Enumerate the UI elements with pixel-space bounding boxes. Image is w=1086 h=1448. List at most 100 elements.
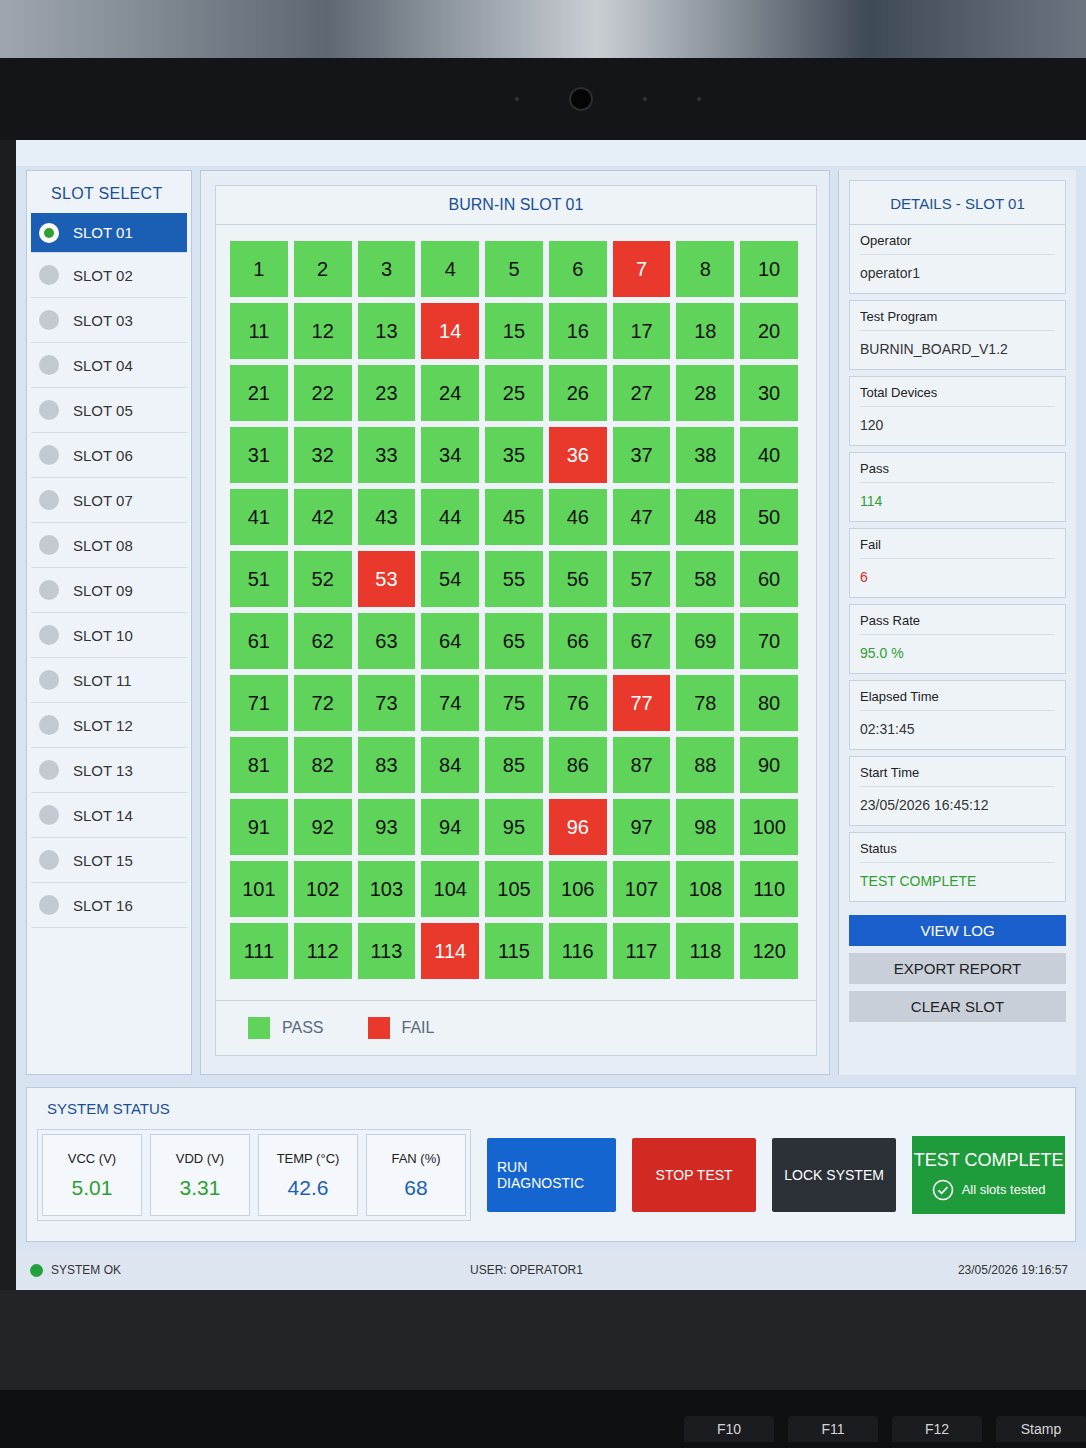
- device-cell[interactable]: 72: [294, 675, 352, 731]
- device-cell[interactable]: 71: [230, 675, 288, 731]
- slot-item[interactable]: SLOT 15: [31, 838, 187, 883]
- device-cell[interactable]: 13: [358, 303, 416, 359]
- keyboard-key[interactable]: F10: [684, 1416, 774, 1442]
- device-cell[interactable]: 61: [230, 613, 288, 669]
- slot-item[interactable]: SLOT 14: [31, 793, 187, 838]
- radio-icon[interactable]: [39, 625, 59, 645]
- device-cell[interactable]: 81: [230, 737, 288, 793]
- radio-icon[interactable]: [39, 490, 59, 510]
- device-cell[interactable]: 107: [613, 861, 671, 917]
- radio-icon[interactable]: [39, 895, 59, 915]
- device-cell[interactable]: 22: [294, 365, 352, 421]
- action-button[interactable]: STOP TEST: [632, 1138, 756, 1212]
- device-cell[interactable]: 6: [549, 241, 607, 297]
- device-cell[interactable]: 62: [294, 613, 352, 669]
- device-cell[interactable]: 12: [294, 303, 352, 359]
- device-cell[interactable]: 82: [294, 737, 352, 793]
- device-cell[interactable]: 70: [740, 613, 798, 669]
- device-cell[interactable]: 25: [485, 365, 543, 421]
- device-cell[interactable]: 44: [421, 489, 479, 545]
- device-cell[interactable]: 30: [740, 365, 798, 421]
- device-cell[interactable]: 58: [676, 551, 734, 607]
- device-cell[interactable]: 57: [613, 551, 671, 607]
- device-cell[interactable]: 90: [740, 737, 798, 793]
- slot-item[interactable]: SLOT 05: [31, 388, 187, 433]
- device-cell[interactable]: 77: [613, 675, 671, 731]
- radio-icon[interactable]: [39, 670, 59, 690]
- device-cell[interactable]: 2: [294, 241, 352, 297]
- radio-icon[interactable]: [39, 805, 59, 825]
- device-cell[interactable]: 34: [421, 427, 479, 483]
- device-cell[interactable]: 88: [676, 737, 734, 793]
- device-cell[interactable]: 74: [421, 675, 479, 731]
- device-cell[interactable]: 31: [230, 427, 288, 483]
- device-cell[interactable]: 37: [613, 427, 671, 483]
- device-cell[interactable]: 104: [421, 861, 479, 917]
- radio-icon[interactable]: [39, 355, 59, 375]
- slot-item[interactable]: SLOT 03: [31, 298, 187, 343]
- device-cell[interactable]: 7: [613, 241, 671, 297]
- radio-icon[interactable]: [39, 535, 59, 555]
- slot-item[interactable]: SLOT 07: [31, 478, 187, 523]
- device-cell[interactable]: 56: [549, 551, 607, 607]
- radio-icon[interactable]: [39, 850, 59, 870]
- device-cell[interactable]: 52: [294, 551, 352, 607]
- device-cell[interactable]: 48: [676, 489, 734, 545]
- device-cell[interactable]: 36: [549, 427, 607, 483]
- device-cell[interactable]: 93: [358, 799, 416, 855]
- device-cell[interactable]: 24: [421, 365, 479, 421]
- device-cell[interactable]: 85: [485, 737, 543, 793]
- device-cell[interactable]: 86: [549, 737, 607, 793]
- device-cell[interactable]: 41: [230, 489, 288, 545]
- device-cell[interactable]: 76: [549, 675, 607, 731]
- device-cell[interactable]: 16: [549, 303, 607, 359]
- device-cell[interactable]: 100: [740, 799, 798, 855]
- action-button[interactable]: RUN DIAGNOSTIC: [487, 1138, 616, 1212]
- device-cell[interactable]: 15: [485, 303, 543, 359]
- device-cell[interactable]: 40: [740, 427, 798, 483]
- device-cell[interactable]: 53: [358, 551, 416, 607]
- action-button[interactable]: LOCK SYSTEM: [772, 1138, 896, 1212]
- slot-item[interactable]: SLOT 10: [31, 613, 187, 658]
- device-cell[interactable]: 8: [676, 241, 734, 297]
- device-cell[interactable]: 84: [421, 737, 479, 793]
- radio-icon[interactable]: [39, 223, 59, 243]
- device-cell[interactable]: 92: [294, 799, 352, 855]
- device-cell[interactable]: 97: [613, 799, 671, 855]
- radio-icon[interactable]: [39, 760, 59, 780]
- device-cell[interactable]: 33: [358, 427, 416, 483]
- device-cell[interactable]: 60: [740, 551, 798, 607]
- device-cell[interactable]: 1: [230, 241, 288, 297]
- device-cell[interactable]: 42: [294, 489, 352, 545]
- device-cell[interactable]: 83: [358, 737, 416, 793]
- device-cell[interactable]: 103: [358, 861, 416, 917]
- device-cell[interactable]: 51: [230, 551, 288, 607]
- slot-item[interactable]: SLOT 12: [31, 703, 187, 748]
- slot-item[interactable]: SLOT 16: [31, 883, 187, 928]
- radio-icon[interactable]: [39, 580, 59, 600]
- device-cell[interactable]: 120: [740, 923, 798, 979]
- device-cell[interactable]: 66: [549, 613, 607, 669]
- device-cell[interactable]: 87: [613, 737, 671, 793]
- device-cell[interactable]: 117: [613, 923, 671, 979]
- radio-icon[interactable]: [39, 400, 59, 420]
- device-cell[interactable]: 102: [294, 861, 352, 917]
- device-cell[interactable]: 3: [358, 241, 416, 297]
- device-cell[interactable]: 69: [676, 613, 734, 669]
- slot-item[interactable]: SLOT 13: [31, 748, 187, 793]
- slot-item[interactable]: SLOT 08: [31, 523, 187, 568]
- device-cell[interactable]: 111: [230, 923, 288, 979]
- device-cell[interactable]: 20: [740, 303, 798, 359]
- device-cell[interactable]: 54: [421, 551, 479, 607]
- device-cell[interactable]: 5: [485, 241, 543, 297]
- device-cell[interactable]: 23: [358, 365, 416, 421]
- slot-item[interactable]: SLOT 09: [31, 568, 187, 613]
- slot-item[interactable]: SLOT 04: [31, 343, 187, 388]
- device-cell[interactable]: 110: [740, 861, 798, 917]
- slot-item[interactable]: SLOT 11: [31, 658, 187, 703]
- radio-icon[interactable]: [39, 715, 59, 735]
- radio-icon[interactable]: [39, 265, 59, 285]
- keyboard-key[interactable]: F11: [788, 1416, 878, 1442]
- device-cell[interactable]: 105: [485, 861, 543, 917]
- keyboard-key[interactable]: Stamp: [996, 1416, 1086, 1442]
